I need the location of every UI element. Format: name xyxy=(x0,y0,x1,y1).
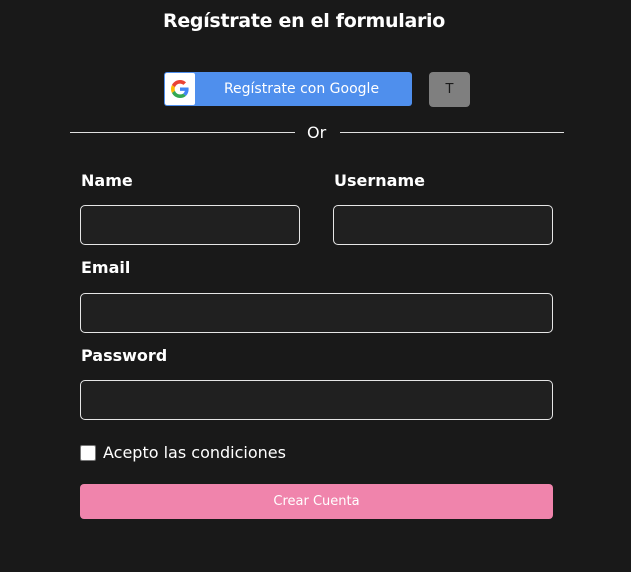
google-signup-label: Regístrate con Google xyxy=(223,81,380,97)
secondary-auth-button[interactable]: T xyxy=(429,72,470,107)
terms-label: Acepto las condiciones xyxy=(103,443,286,462)
google-signup-button[interactable]: Regístrate con Google xyxy=(164,72,412,106)
create-account-button[interactable]: Crear Cuenta xyxy=(80,484,553,519)
google-logo-icon xyxy=(165,73,195,105)
divider-line-left xyxy=(70,132,295,133)
page-title: Regístrate en el formulario xyxy=(163,10,446,32)
email-input[interactable] xyxy=(80,293,553,333)
password-label: Password xyxy=(81,346,168,365)
name-input[interactable] xyxy=(80,205,300,245)
username-input[interactable] xyxy=(333,205,553,245)
divider-or-text: Or xyxy=(307,123,327,142)
divider-line-right xyxy=(340,132,564,133)
username-label: Username xyxy=(334,171,425,190)
email-label: Email xyxy=(81,258,131,277)
name-label: Name xyxy=(81,171,133,190)
terms-checkbox[interactable] xyxy=(80,444,96,461)
terms-row: Acepto las condiciones xyxy=(80,443,286,462)
password-input[interactable] xyxy=(80,380,553,420)
